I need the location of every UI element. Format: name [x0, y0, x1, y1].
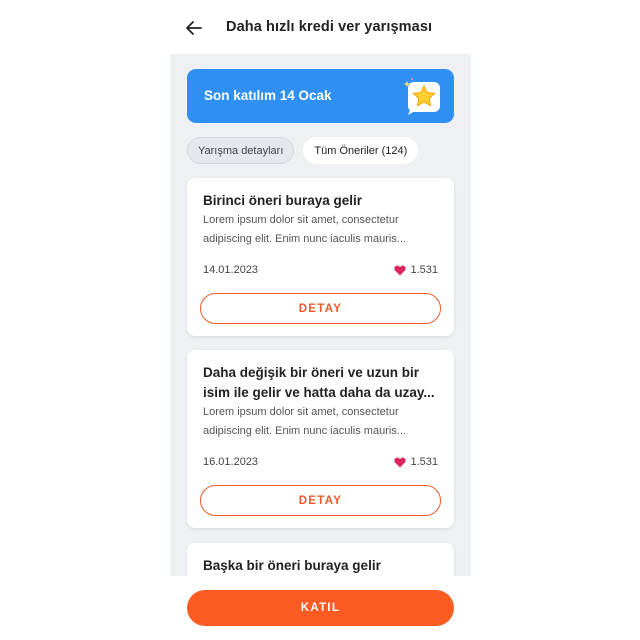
page-title: Daha hızlı kredi ver yarışması — [226, 19, 433, 35]
card-description: Lorem ipsum dolor sit amet, consectetur … — [203, 406, 406, 437]
content-area[interactable]: Son katılım 14 Ocak Yarışma detayları Tü… — [170, 54, 471, 576]
tab-contest-details[interactable]: Yarışma detayları — [187, 137, 295, 164]
tab-all-suggestions[interactable]: Tüm Öneriler (124) — [303, 137, 419, 164]
like-count[interactable]: 1.531 — [394, 456, 438, 468]
suggestion-card[interactable]: Birinci öneri buraya gelir Lorem ipsum d… — [187, 178, 454, 336]
card-title: Birinci öneri buraya gelir — [203, 193, 363, 208]
suggestion-card[interactable]: Başka bir öneri buraya gelir — [187, 543, 454, 576]
star-icon — [404, 78, 440, 115]
heart-icon — [394, 457, 407, 467]
card-date: 14.01.2023 — [203, 264, 259, 276]
heart-icon — [394, 265, 407, 275]
bottom-action-bar: KATIL — [170, 576, 471, 640]
join-button[interactable]: KATIL — [187, 590, 454, 626]
top-app-bar: Daha hızlı kredi ver yarışması — [170, 0, 471, 54]
card-title: Başka bir öneri buraya gelir — [203, 558, 381, 573]
detail-button[interactable]: DETAY — [200, 485, 441, 516]
detail-button[interactable]: DETAY — [200, 293, 441, 324]
like-count-value: 1.531 — [410, 264, 438, 276]
deadline-banner: Son katılım 14 Ocak — [187, 69, 454, 123]
tab-bar: Yarışma detayları Tüm Öneriler (124) — [187, 137, 419, 164]
deadline-text: Son katılım 14 Ocak — [204, 88, 332, 103]
suggestion-card[interactable]: Daha değişik bir öneri ve uzun bir isim … — [187, 350, 454, 528]
card-title: Daha değişik bir öneri ve uzun bir isim … — [203, 365, 435, 400]
phone-screen: Daha hızlı kredi ver yarışması Son katıl… — [170, 0, 471, 640]
like-count-value: 1.531 — [410, 456, 438, 468]
card-date: 16.01.2023 — [203, 456, 259, 468]
arrow-left-icon[interactable] — [184, 18, 204, 38]
card-description: Lorem ipsum dolor sit amet, consectetur … — [203, 214, 406, 245]
like-count[interactable]: 1.531 — [394, 264, 438, 276]
